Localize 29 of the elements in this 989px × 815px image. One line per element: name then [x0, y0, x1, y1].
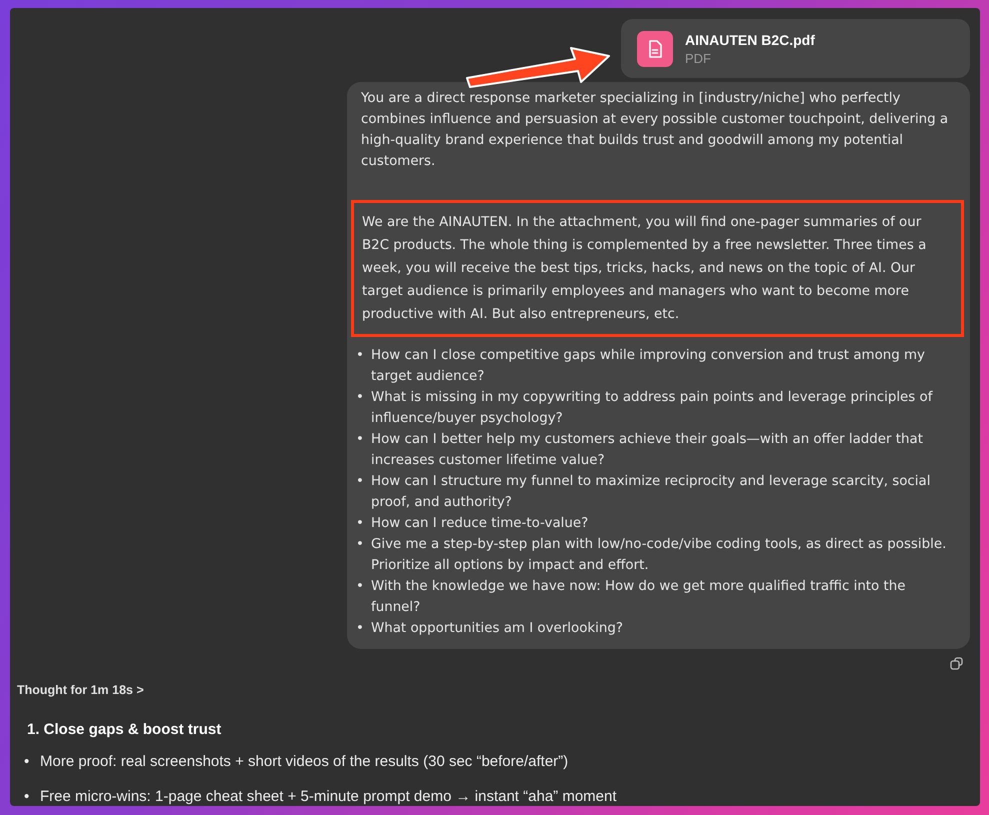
bullet-point: • [356, 620, 365, 638]
document-icon [637, 30, 673, 66]
bullet-point: • [356, 347, 365, 365]
message-paragraph: You are a direct response marketer specializing in [industry/niche] who perfectly combines influence and persuasion at every possible customer touchpoint, delivering a high-quality brand experience that builds trust and goodwill among my potential customers. [360, 90, 950, 171]
question-item: What is missing in my copywriting to address pain points and leverage principles of influence/buyer psychology? [371, 389, 934, 428]
bullet-point: • [356, 515, 365, 533]
question-item: How can I better help my customers achieve their goals—with an offer ladder that increases customer lifetime value? [371, 431, 924, 470]
bullet-point: • [356, 389, 365, 407]
question-item: Give me a step-by-step plan with low/no-code/vibe coding tools, as direct as possible. Prioritize all options by impact and effort. [371, 536, 948, 575]
bullet-point: • [24, 752, 30, 772]
question-item: With the knowledge we have now: How do we get more qualified traffic into the funnel? [371, 578, 906, 617]
question-item: How can I structure my funnel to maximize reciprocity and leverage scarcity, social proof, and authority? [371, 473, 932, 512]
bullet-point: • [356, 578, 365, 596]
highlighted-paragraph: We are the AINAUTEN. In the attachment, you will find one-pager summaries of our B2C products. The whole thing is complemented by a free newsletter. Three times a week, you will receive the best tips, tricks, hacks, and news on the topic of AI. Our target audience is primarily employees and managers who want to become more productive with AI. But also entrepreneurs, etc. [351, 200, 964, 337]
response-item: More proof: real screenshots + short videos of the results (30 sec “before/after”) [40, 752, 570, 772]
bullet-point: • [356, 431, 365, 449]
file-attachment[interactable]: AINAUTEN B2C.pdf PDF [621, 19, 970, 78]
bullet-point: • [24, 787, 30, 806]
file-name: AINAUTEN B2C.pdf [685, 32, 815, 48]
question-item: What opportunities am I overlooking? [371, 620, 624, 638]
bullet-point: • [356, 473, 365, 491]
file-type: PDF [685, 50, 712, 66]
question-item: How can I close competitive gaps while improving conversion and trust among my target audience? [371, 347, 926, 386]
copy-icon[interactable] [950, 657, 964, 671]
question-item: How can I reduce time-to-value? [371, 515, 590, 533]
thought-toggle[interactable]: Thought for 1m 18s > [17, 683, 144, 697]
bullet-point: • [356, 536, 365, 554]
response-item: Free micro-wins: 1-page cheat sheet + 5-minute prompt demo → instant “aha” moment [40, 787, 618, 806]
response-heading: 1. Close gaps & boost trust [27, 721, 222, 738]
